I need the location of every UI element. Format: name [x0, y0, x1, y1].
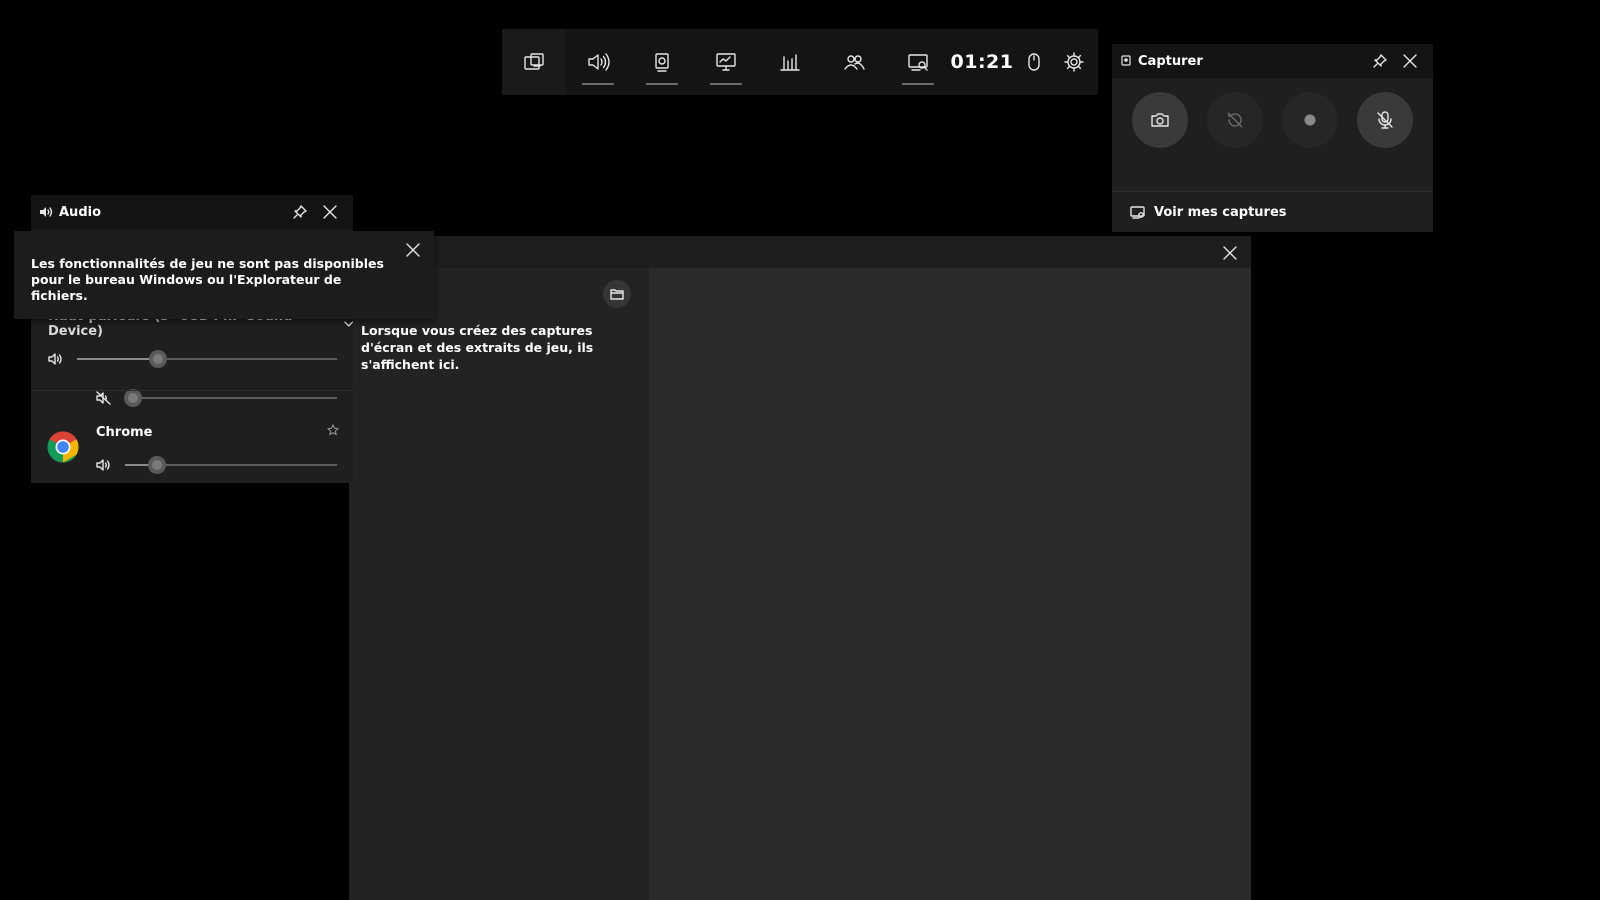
close-gallery-button[interactable] — [1215, 238, 1245, 268]
close-notification-button[interactable] — [398, 235, 428, 265]
master-volume-thumb[interactable] — [149, 350, 167, 368]
open-folder-button[interactable] — [603, 280, 631, 308]
capture-widget: Capturer Voir mes captures — [1112, 44, 1433, 232]
close-icon — [1403, 54, 1417, 68]
master-volume-fill — [77, 358, 158, 360]
system-sounds-thumb[interactable] — [124, 389, 142, 407]
pin-icon — [1373, 54, 1387, 68]
clock: 01:21 — [950, 51, 1014, 73]
capture-icon — [655, 53, 669, 72]
widget-menu-button[interactable] — [502, 29, 566, 95]
chrome-icon — [47, 431, 79, 463]
view-captures-label: Voir mes captures — [1154, 204, 1287, 220]
record-last-icon — [1227, 112, 1243, 128]
gallery-icon — [908, 54, 928, 71]
chrome-volume-slider[interactable] — [125, 456, 337, 474]
active-underline — [902, 83, 934, 85]
star-icon[interactable] — [327, 424, 339, 436]
screenshot-icon — [1150, 113, 1169, 127]
speaker-muted-icon — [96, 391, 111, 405]
record-icon — [1304, 114, 1316, 126]
settings-button[interactable] — [1054, 29, 1094, 95]
game-bar: 01:21 — [502, 29, 1098, 95]
capture-header: Capturer — [1112, 44, 1433, 78]
capture-small-icon — [1121, 55, 1131, 66]
record-button[interactable] — [1282, 92, 1339, 148]
audio-header: Audio — [31, 195, 353, 229]
mic-toggle-button[interactable] — [1357, 92, 1414, 148]
audio-widget-button[interactable] — [566, 29, 630, 95]
active-underline — [646, 83, 678, 85]
folder-icon — [610, 289, 624, 300]
resources-chart-icon — [780, 54, 800, 71]
pin-icon — [293, 205, 307, 219]
audio-title: Audio — [59, 204, 102, 220]
gallery-empty-message: Lorsque vous créez des captures d'écran … — [361, 323, 594, 372]
pin-button[interactable] — [1365, 46, 1395, 76]
mic-off-icon — [1377, 111, 1394, 129]
people-icon — [844, 55, 865, 70]
system-sounds-slider[interactable] — [124, 389, 337, 407]
chevron-down-icon — [343, 321, 353, 327]
active-underline — [582, 83, 614, 85]
mouse-icon — [1028, 53, 1040, 71]
gallery-panel: Lorsque vous créez des captures d'écran … — [349, 236, 1251, 900]
notification-text: Les fonctionnalités de jeu ne sont pas d… — [31, 256, 384, 303]
master-volume-slider[interactable] — [77, 350, 337, 368]
chrome-volume-thumb[interactable] — [148, 456, 166, 474]
performance-icon — [716, 53, 736, 71]
app-name-chrome: Chrome — [96, 425, 153, 440]
close-capture-button[interactable] — [1395, 46, 1425, 76]
system-sounds-row — [96, 389, 337, 407]
active-underline — [710, 83, 742, 85]
game-features-unavailable-notification: Les fonctionnalités de jeu ne sont pas d… — [14, 231, 434, 319]
gear-icon — [1064, 52, 1084, 72]
divider — [31, 390, 353, 391]
close-icon — [1223, 246, 1237, 260]
performance-widget-button[interactable] — [694, 29, 758, 95]
gallery-titlebar — [349, 236, 1251, 268]
record-last-button[interactable] — [1206, 92, 1263, 148]
close-icon — [323, 205, 337, 219]
mouse-button[interactable] — [1014, 29, 1054, 95]
capture-widget-button[interactable] — [630, 29, 694, 95]
gallery-icon — [1130, 206, 1145, 219]
gallery-list: Lorsque vous créez des captures d'écran … — [349, 268, 649, 900]
close-audio-button[interactable] — [315, 197, 345, 227]
view-captures-link[interactable]: Voir mes captures — [1112, 191, 1433, 232]
gallery-widget-button[interactable] — [886, 29, 950, 95]
widget-menu-icon — [524, 53, 544, 70]
speaker-icon — [40, 207, 53, 217]
speaker-icon — [96, 459, 110, 471]
master-volume-row — [48, 350, 337, 368]
speaker-icon — [588, 53, 610, 71]
chrome-volume-row — [96, 456, 337, 474]
pin-button[interactable] — [285, 197, 315, 227]
capture-title: Capturer — [1138, 53, 1203, 69]
screenshot-button[interactable] — [1131, 92, 1188, 148]
resources-widget-button[interactable] — [758, 29, 822, 95]
close-icon — [406, 243, 420, 257]
social-widget-button[interactable] — [822, 29, 886, 95]
speaker-icon — [48, 353, 62, 365]
